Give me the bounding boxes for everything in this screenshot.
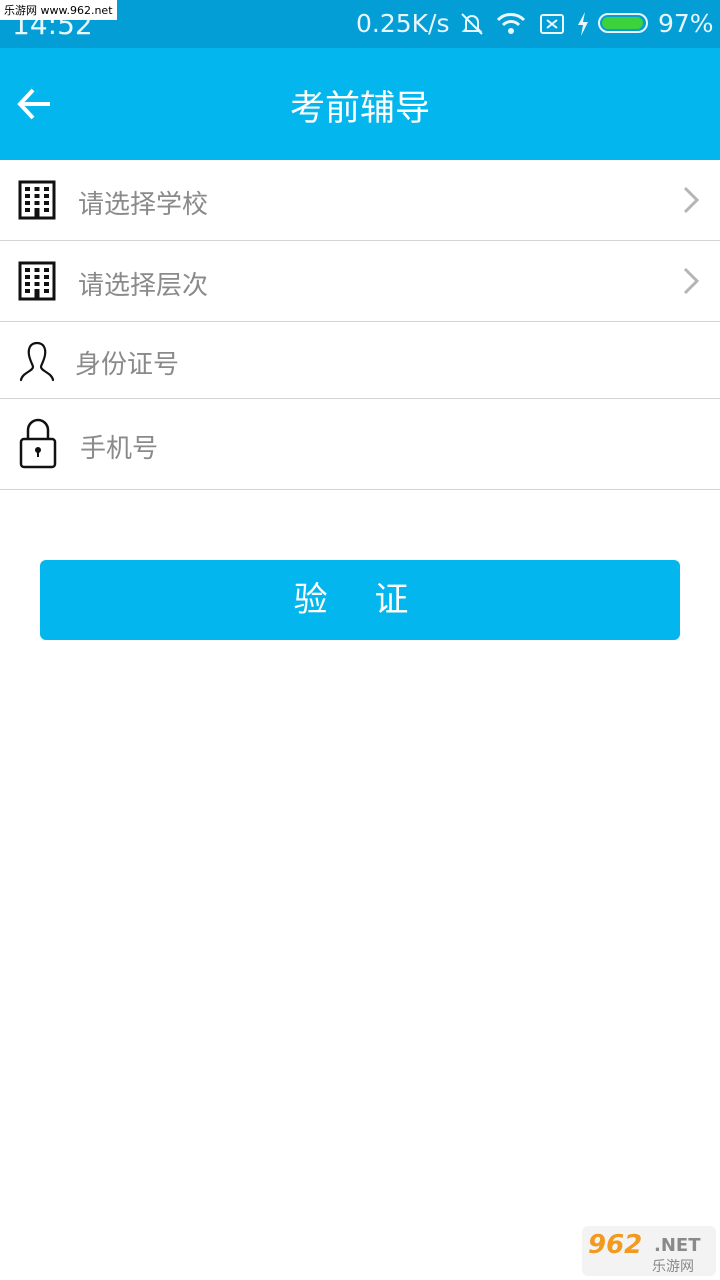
charging-icon (578, 12, 588, 36)
level-label: 请选择层次 (78, 271, 209, 301)
wifi-icon (496, 13, 526, 34)
level-select-row[interactable]: 请选择层次 (0, 241, 720, 322)
building-icon (18, 261, 56, 301)
battery-icon (598, 13, 648, 33)
school-select-row[interactable]: 请选择学校 (0, 160, 720, 241)
svg-text:.NET: .NET (654, 1235, 701, 1256)
battery-percent: 97% (658, 9, 714, 38)
962-net-logo: 962 .NET 乐游网 (582, 1226, 716, 1276)
page-title: 考前辅导 (289, 89, 430, 129)
phone-input[interactable]: 手机号 (80, 428, 158, 465)
bell-muted-icon (461, 13, 483, 35)
app-bar: 考前辅导 (0, 48, 720, 160)
building-icon (18, 180, 56, 220)
battery-fill (602, 17, 643, 29)
svg-text:962: 962 (588, 1230, 642, 1260)
lock-icon (19, 418, 57, 469)
no-sim-icon (540, 14, 564, 34)
phone-row[interactable]: 手机号 (0, 399, 720, 490)
chevron-right-icon (683, 186, 700, 214)
verify-button[interactable]: 验 证 (40, 560, 680, 640)
chevron-right-icon (683, 267, 700, 295)
network-speed: 0.25K/s (356, 9, 450, 38)
user-icon (19, 341, 55, 382)
watermark: 乐游网 www.962.net (0, 0, 117, 20)
id-number-row[interactable]: 身份证号 (0, 322, 720, 399)
id-number-input[interactable]: 身份证号 (75, 344, 179, 381)
school-label: 请选择学校 (78, 190, 209, 220)
svg-text:乐游网: 乐游网 (652, 1259, 694, 1275)
